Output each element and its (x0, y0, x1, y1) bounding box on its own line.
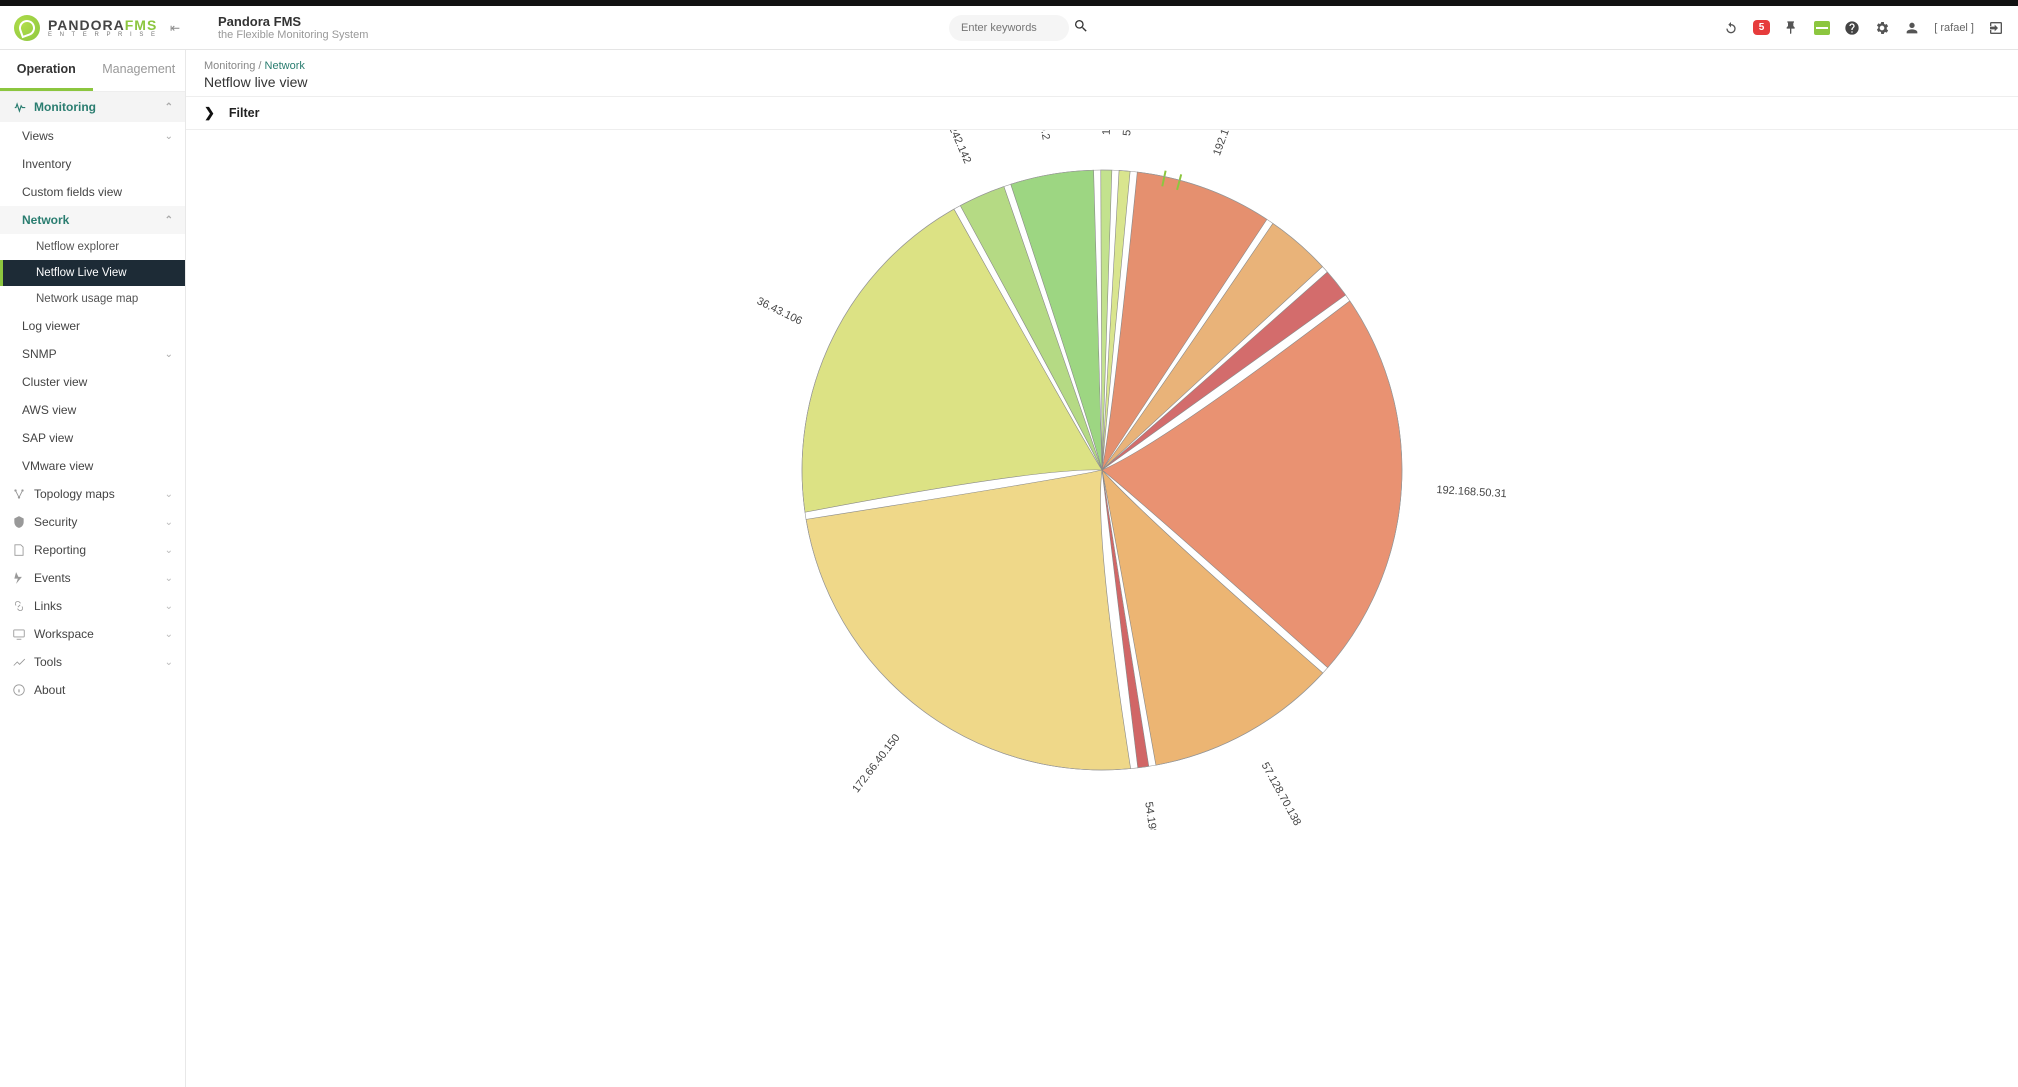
sidebar-network[interactable]: Network⌃ (0, 206, 185, 234)
search-box[interactable] (949, 15, 1069, 41)
refresh-icon[interactable] (1723, 20, 1739, 36)
reporting-icon (12, 543, 26, 557)
sidebar-monitoring[interactable]: Monitoring⌃ (0, 92, 185, 122)
chevron-right-icon: ❯ (204, 105, 215, 121)
slice-label: 54.198.86.24 (1142, 801, 1163, 830)
sidebar-network-usage[interactable]: Network usage map (0, 286, 185, 312)
sidebar-topology[interactable]: Topology maps⌄ (0, 480, 185, 508)
sidebar-aws[interactable]: AWS view (0, 396, 185, 424)
sidebar-security[interactable]: Security⌄ (0, 508, 185, 536)
filter-toggle[interactable]: ❯ Filter (186, 97, 2018, 130)
sidebar-links[interactable]: Links⌄ (0, 592, 185, 620)
slice-label: 36.43.106 (755, 295, 804, 327)
tools-icon (12, 655, 26, 669)
events-icon (12, 571, 26, 585)
brand-text: PANDORAFMS (48, 18, 158, 32)
sidebar-views[interactable]: Views⌄ (0, 122, 185, 150)
app-title: Pandora FMS the Flexible Monitoring Syst… (218, 14, 368, 41)
chart-container: 192.168.50.31 57.128.70.138 54.198.86.24 17… (186, 130, 2018, 1087)
user-icon[interactable] (1904, 20, 1920, 36)
sidebar-workspace[interactable]: Workspace⌄ (0, 620, 185, 648)
sidebar-inventory[interactable]: Inventory (0, 150, 185, 178)
slice-label: 192.168.50.2 (1029, 130, 1052, 141)
workspace-icon (12, 627, 26, 641)
slice-label: 146.59.242.142 (932, 130, 974, 165)
filter-label: Filter (229, 106, 260, 120)
sidebar-log-viewer[interactable]: Log viewer (0, 312, 185, 340)
netflow-pie-chart: 192.168.50.31 57.128.70.138 54.198.86.24 17… (652, 130, 1552, 830)
crumb-root[interactable]: Monitoring (204, 60, 255, 72)
app-title-sub: the Flexible Monitoring System (218, 29, 368, 41)
sidebar-sap[interactable]: SAP view (0, 424, 185, 452)
info-icon (12, 683, 26, 697)
logo-icon (14, 15, 40, 41)
pin-icon[interactable] (1784, 20, 1800, 36)
brand-subtext: E N T E R P R I S E (48, 32, 158, 38)
sidebar-tools[interactable]: Tools⌄ (0, 648, 185, 676)
tab-operation[interactable]: Operation (0, 50, 93, 91)
shield-icon (12, 515, 26, 529)
help-icon[interactable] (1844, 20, 1860, 36)
slice-label: 192.168.80.19 (1101, 130, 1114, 135)
search-icon[interactable] (1073, 18, 1089, 38)
sidebar-custom-fields[interactable]: Custom fields view (0, 178, 185, 206)
gear-icon[interactable] (1874, 20, 1890, 36)
sidebar-events[interactable]: Events⌄ (0, 564, 185, 592)
search-input[interactable] (961, 22, 1041, 34)
sidebar-tabs: Operation Management (0, 50, 185, 92)
sidebar-cluster[interactable]: Cluster view (0, 368, 185, 396)
main-content: Monitoring / Network Netflow live view ❯… (186, 50, 2018, 1087)
user-label: [ rafael ] (1934, 22, 1974, 34)
tab-management[interactable]: Management (93, 50, 186, 91)
app-title-main: Pandora FMS (218, 14, 368, 29)
sidebar-vmware[interactable]: VMware view (0, 452, 185, 480)
logo: PANDORAFMS E N T E R P R I S E ⇤ (14, 15, 200, 41)
sidebar: Operation Management Monitoring⌃ Views⌄ … (0, 50, 186, 1087)
alert-badge[interactable]: 5 (1753, 20, 1771, 35)
breadcrumb-bar: Monitoring / Network Netflow live view (186, 50, 2018, 97)
slice-label: 172.66.40.150 (850, 732, 902, 795)
page-title: Netflow live view (204, 74, 2000, 90)
sidebar-netflow-explorer[interactable]: Netflow explorer (0, 234, 185, 260)
app-header: PANDORAFMS E N T E R P R I S E ⇤ Pandora… (0, 6, 2018, 50)
sidebar-about[interactable]: About (0, 676, 185, 704)
slice-label: 192.168.50.31 (1436, 484, 1507, 500)
sidebar-collapse-icon[interactable]: ⇤ (170, 21, 180, 35)
links-icon (12, 599, 26, 613)
topology-icon (12, 487, 26, 501)
sidebar-netflow-live[interactable]: Netflow Live View (0, 260, 185, 286)
slice-label: 57.128.70.138 (1259, 760, 1303, 827)
status-green-icon[interactable] (1814, 21, 1830, 35)
crumb-current[interactable]: Network (265, 60, 305, 72)
sidebar-snmp[interactable]: SNMP⌄ (0, 340, 185, 368)
logout-icon[interactable] (1988, 20, 2004, 36)
slice-label: 192.168. (1211, 130, 1237, 157)
pie-slice[interactable] (806, 470, 1131, 770)
sidebar-reporting[interactable]: Reporting⌄ (0, 536, 185, 564)
monitoring-icon (12, 99, 28, 115)
slice-label: 51.91.96.18 (1121, 130, 1137, 136)
